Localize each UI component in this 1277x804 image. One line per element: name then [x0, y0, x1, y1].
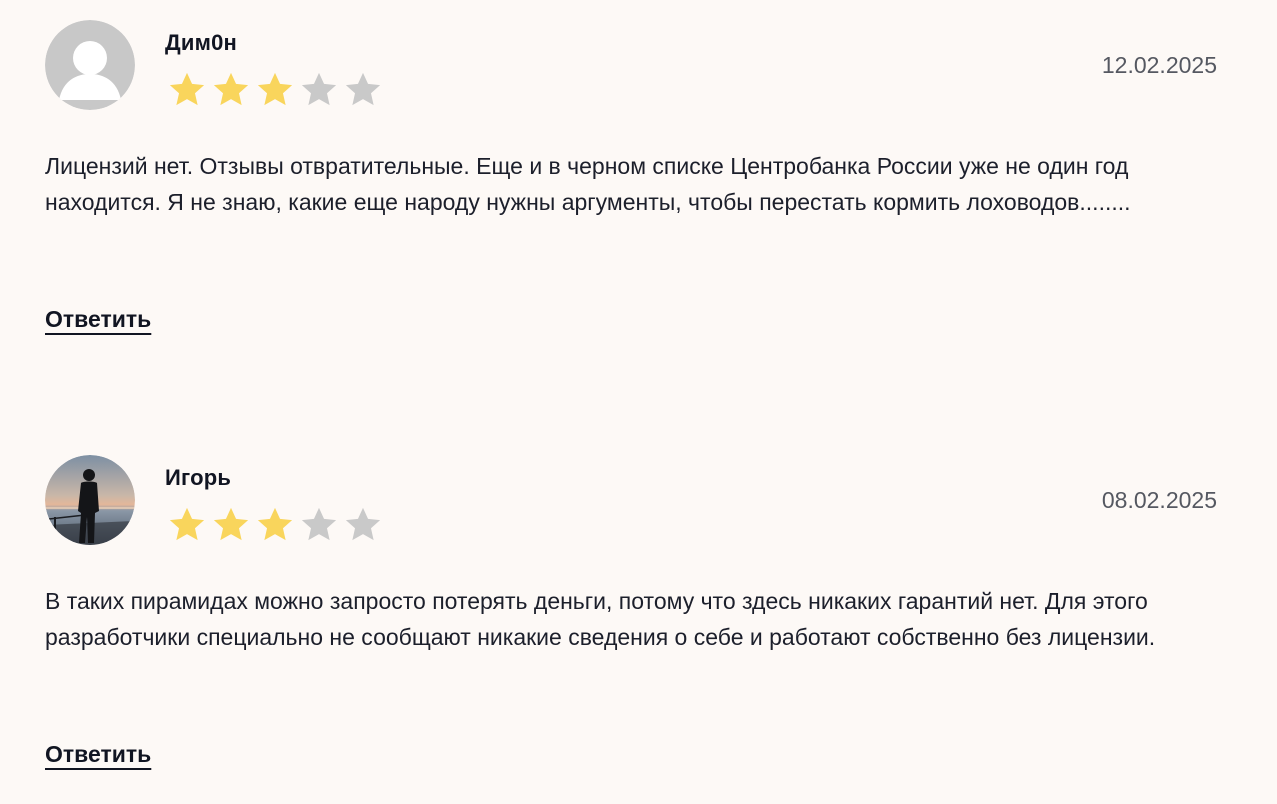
review-author: Дим0н: [165, 30, 237, 55]
user-photo-avatar: [45, 455, 135, 545]
star-empty-icon: [345, 507, 381, 541]
reply-button[interactable]: Ответить: [45, 741, 151, 768]
star-empty-icon: [301, 507, 337, 541]
review-date: 12.02.2025: [1101, 52, 1217, 78]
star-filled-icon: [257, 507, 293, 541]
star-rating: [165, 505, 385, 545]
review-text: В таких пирамидах можно запросто потерят…: [45, 588, 1156, 650]
star-filled-icon: [169, 72, 205, 106]
star-filled-icon: [213, 507, 249, 541]
review-date: 08.02.2025: [1101, 487, 1217, 513]
review-author: Игорь: [165, 465, 232, 490]
star-empty-icon: [301, 72, 337, 106]
review-text: Лицензий нет. Отзывы отвратительные. Еще…: [45, 153, 1131, 215]
star-rating: [165, 70, 385, 110]
star-filled-icon: [213, 72, 249, 106]
default-avatar-icon: [45, 20, 135, 110]
star-empty-icon: [345, 72, 381, 106]
reply-button[interactable]: Ответить: [45, 306, 151, 333]
star-filled-icon: [169, 507, 205, 541]
star-filled-icon: [257, 72, 293, 106]
